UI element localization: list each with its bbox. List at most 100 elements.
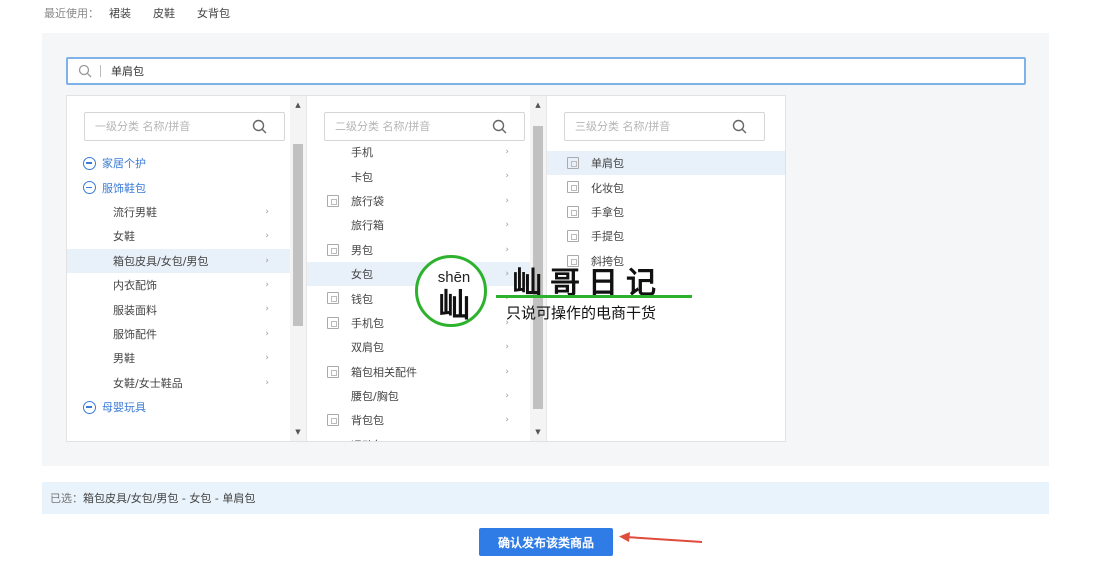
leaf-category-icon bbox=[327, 365, 339, 378]
chevron-right-icon: › bbox=[505, 440, 509, 441]
category-item[interactable]: 运动包 › bbox=[307, 433, 531, 441]
recent-item[interactable]: 女背包 bbox=[197, 5, 230, 21]
recent-item[interactable]: 皮鞋 bbox=[153, 5, 175, 21]
category-item[interactable]: 旅行箱 › bbox=[307, 213, 531, 237]
category-label: 流行男鞋 bbox=[113, 205, 157, 219]
leaf-category-icon bbox=[327, 292, 339, 305]
collapse-icon[interactable] bbox=[83, 156, 96, 170]
logo-ring: shēn 屾 bbox=[415, 255, 487, 327]
category-label: 背包包 bbox=[351, 414, 384, 428]
category-group[interactable]: 家居个护 bbox=[67, 151, 291, 175]
collapse-icon[interactable] bbox=[83, 400, 96, 414]
category-item[interactable]: 卡包 › bbox=[307, 164, 531, 188]
category-search-bar[interactable] bbox=[66, 57, 1026, 85]
category-label: 化妆包 bbox=[591, 181, 624, 195]
scroll-up-icon[interactable]: ▲ bbox=[530, 98, 546, 112]
category-label: 服装面料 bbox=[113, 303, 157, 317]
leaf-category-icon bbox=[327, 316, 339, 329]
chevron-right-icon: › bbox=[265, 231, 269, 242]
category-label: 运动包 bbox=[351, 437, 384, 441]
category-item[interactable]: 服饰配件 › bbox=[67, 322, 291, 346]
category-label: 手机包 bbox=[351, 316, 384, 330]
pointer-arrow-icon bbox=[619, 532, 703, 543]
leaf-category-icon bbox=[567, 205, 579, 218]
category-group[interactable]: 服饰鞋包 bbox=[67, 175, 291, 199]
chevron-right-icon: › bbox=[265, 255, 269, 266]
level3-search-input[interactable] bbox=[565, 120, 730, 133]
category-label: 钱包 bbox=[351, 292, 373, 306]
category-item[interactable]: 内衣配饰 › bbox=[67, 273, 291, 297]
chevron-right-icon: › bbox=[505, 366, 509, 377]
category-item[interactable]: 单肩包 bbox=[547, 151, 785, 176]
level1-scrollbar[interactable]: ▲ ▼ bbox=[290, 96, 306, 441]
category-item[interactable]: 女鞋/女士鞋品 › bbox=[67, 371, 291, 395]
chevron-right-icon: › bbox=[265, 328, 269, 339]
logo-slogan: 只说可操作的电商干货 bbox=[506, 304, 657, 322]
scroll-thumb[interactable] bbox=[293, 144, 303, 326]
category-item[interactable]: 旅行袋 › bbox=[307, 189, 531, 213]
chevron-right-icon: › bbox=[265, 304, 269, 315]
leaf-category-icon bbox=[327, 414, 339, 427]
category-search-input[interactable] bbox=[111, 64, 951, 78]
search-icon[interactable] bbox=[252, 119, 267, 134]
category-label: 箱包相关配件 bbox=[351, 365, 417, 379]
category-label: 服饰配件 bbox=[113, 327, 157, 341]
category-item[interactable]: 手机 › bbox=[307, 140, 531, 164]
category-label: 卡包 bbox=[351, 170, 373, 184]
category-label: 母婴玩具 bbox=[102, 401, 146, 415]
category-label: 男鞋 bbox=[113, 352, 135, 366]
leaf-category-icon bbox=[327, 243, 339, 256]
category-item[interactable]: 背包包 › bbox=[307, 408, 531, 432]
chevron-right-icon: › bbox=[505, 220, 509, 231]
recent-categories: 最近使用： 裙装 皮鞋 女背包 bbox=[44, 5, 252, 21]
category-item[interactable]: 箱包相关配件 › bbox=[307, 360, 531, 384]
chevron-right-icon: › bbox=[505, 390, 509, 401]
category-label: 单肩包 bbox=[591, 157, 624, 171]
recent-item[interactable]: 裙装 bbox=[109, 5, 131, 21]
leaf-category-icon bbox=[567, 230, 579, 243]
confirm-publish-button[interactable]: 确认发布该类商品 bbox=[479, 528, 613, 556]
category-label: 服饰鞋包 bbox=[102, 181, 146, 195]
search-divider bbox=[100, 65, 101, 77]
category-group[interactable]: 母婴玩具 bbox=[67, 395, 291, 419]
chevron-right-icon: › bbox=[265, 206, 269, 217]
category-label: 手拿包 bbox=[591, 205, 624, 219]
leaf-category-icon bbox=[567, 157, 579, 169]
search-icon bbox=[78, 64, 92, 78]
category-label: 双肩包 bbox=[351, 341, 384, 355]
watermark-logo: shēn 屾 屾哥日记 只说可操作的电商干货 bbox=[414, 254, 704, 334]
category-item[interactable]: 双肩包 › bbox=[307, 335, 531, 359]
category-item[interactable]: 流行男鞋 › bbox=[67, 200, 291, 224]
recent-label: 最近使用： bbox=[44, 7, 99, 20]
selected-label: 已选： bbox=[50, 492, 83, 505]
category-item[interactable]: 箱包皮具/女包/男包 › bbox=[67, 248, 291, 273]
category-label: 旅行箱 bbox=[351, 219, 384, 233]
category-item[interactable]: 手拿包 bbox=[547, 200, 785, 224]
level3-search[interactable] bbox=[564, 112, 765, 141]
category-item[interactable]: 手提包 bbox=[547, 224, 785, 248]
category-item[interactable]: 男鞋 › bbox=[67, 346, 291, 370]
category-item[interactable]: 服装面料 › bbox=[67, 297, 291, 321]
category-item[interactable]: 腰包/胸包 › bbox=[307, 384, 531, 408]
selected-path: 箱包皮具/女包/男包 - 女包 - 单肩包 bbox=[83, 492, 256, 505]
level1-column: 家居个护服饰鞋包流行男鞋›女鞋›箱包皮具/女包/男包›内衣配饰›服装面料›服饰配… bbox=[67, 96, 307, 441]
scroll-up-icon[interactable]: ▲ bbox=[290, 98, 306, 112]
category-label: 家居个护 bbox=[102, 157, 146, 171]
search-icon[interactable] bbox=[492, 119, 507, 134]
collapse-icon[interactable] bbox=[83, 181, 96, 195]
category-label: 女鞋 bbox=[113, 230, 135, 244]
level1-search[interactable] bbox=[84, 112, 285, 141]
category-item[interactable]: 女鞋 › bbox=[67, 224, 291, 248]
level2-search-input[interactable] bbox=[325, 120, 490, 133]
category-item[interactable]: 化妆包 bbox=[547, 175, 785, 199]
leaf-category-icon bbox=[567, 181, 579, 194]
category-label: 腰包/胸包 bbox=[351, 390, 399, 404]
scroll-down-icon[interactable]: ▼ bbox=[290, 425, 306, 439]
category-label: 内衣配饰 bbox=[113, 279, 157, 293]
scroll-down-icon[interactable]: ▼ bbox=[530, 425, 546, 439]
search-icon[interactable] bbox=[732, 119, 747, 134]
chevron-right-icon: › bbox=[505, 195, 509, 206]
level1-search-input[interactable] bbox=[85, 120, 250, 133]
logo-pinyin: shēn bbox=[437, 269, 471, 286]
level2-search[interactable] bbox=[324, 112, 525, 141]
